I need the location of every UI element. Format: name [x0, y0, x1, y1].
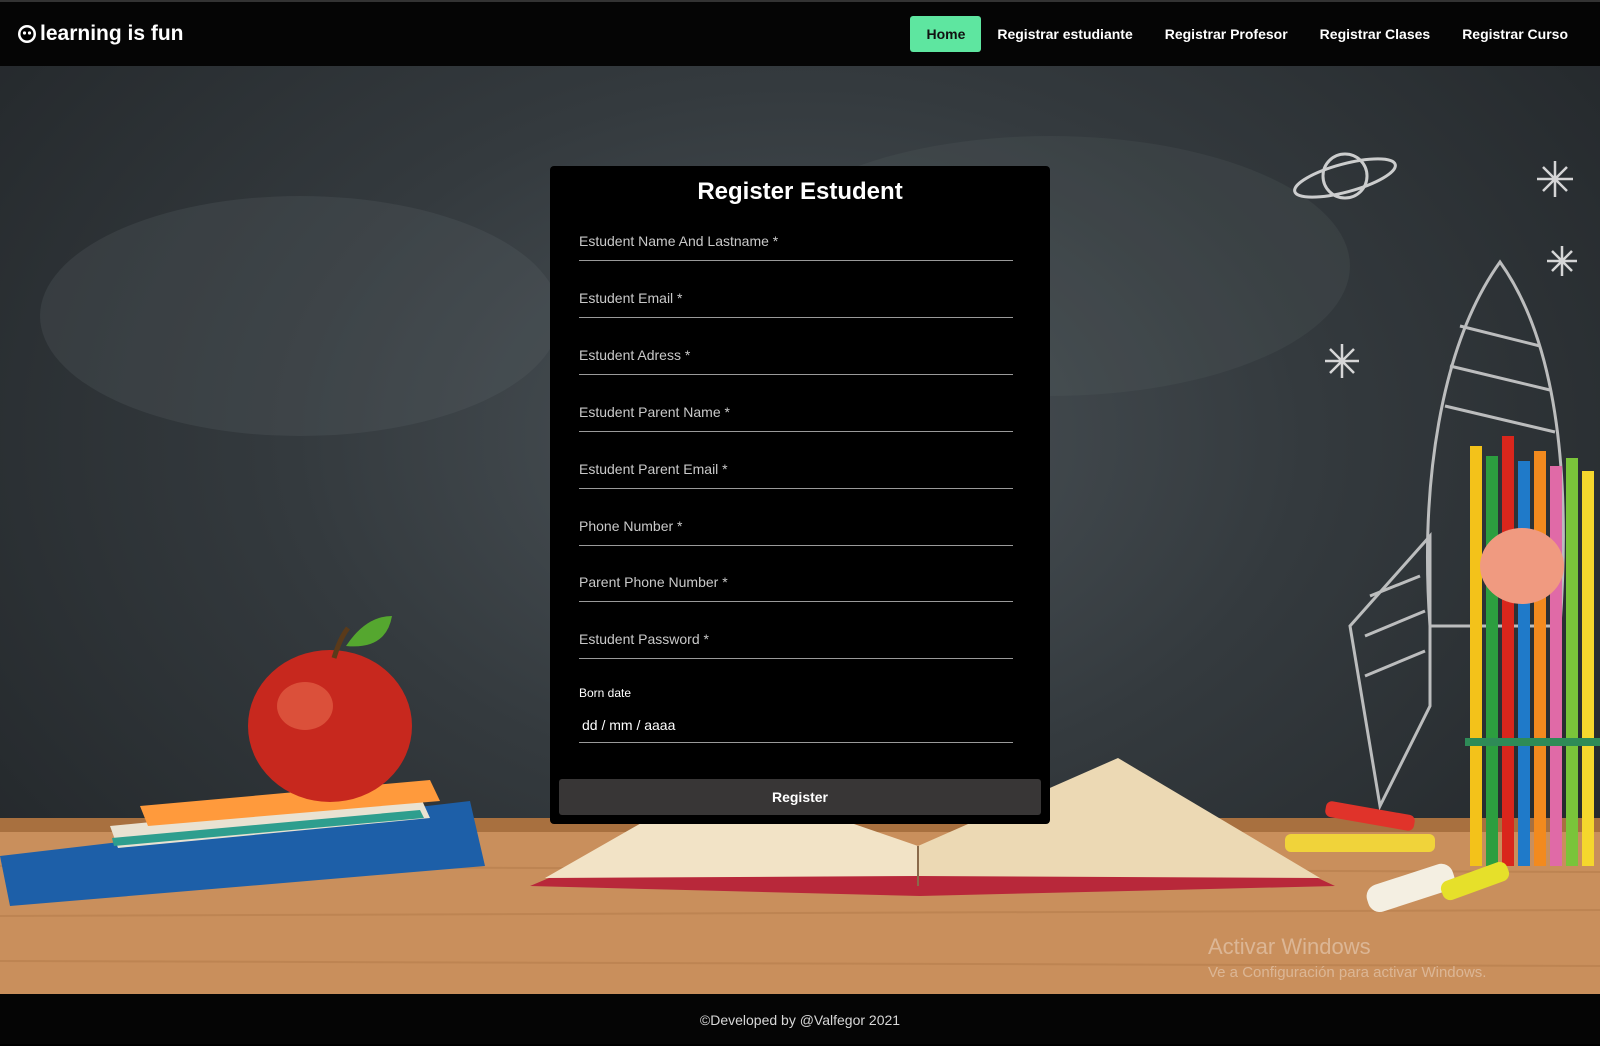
brand-logo[interactable]: learning is fun [16, 22, 184, 46]
phone-number-label: Phone Number * [579, 518, 683, 534]
register-form-card: Register Estudent Estudent Name And Last… [550, 166, 1050, 824]
register-button[interactable]: Register [559, 779, 1041, 815]
nav-registrar-clases[interactable]: Registrar Clases [1304, 16, 1447, 52]
parent-name-label: Estudent Parent Name * [579, 404, 730, 420]
nav-registrar-estudiante[interactable]: Registrar estudiante [981, 16, 1148, 52]
brand-name: learning is fun [40, 22, 184, 45]
smiley-face-icon [18, 25, 36, 43]
windows-activation-watermark: Activar Windows Ve a Configuración para … [1208, 934, 1486, 981]
born-date-input[interactable]: dd / mm / aaaa [579, 706, 1013, 743]
email-field[interactable]: Estudent Email * [579, 284, 1013, 318]
name-lastname-field[interactable]: Estudent Name And Lastname * [579, 227, 1013, 261]
born-date-placeholder: dd / mm / aaaa [582, 717, 676, 733]
email-label: Estudent Email * [579, 290, 683, 306]
nav-home[interactable]: Home [910, 16, 982, 52]
address-field[interactable]: Estudent Adress * [579, 341, 1013, 375]
nav-links: Home Registrar estudiante Registrar Prof… [910, 16, 1584, 52]
born-date-label: Born date [579, 686, 632, 700]
nav-registrar-curso[interactable]: Registrar Curso [1446, 16, 1584, 52]
password-field[interactable]: Estudent Password * [579, 625, 1013, 659]
nav-registrar-profesor[interactable]: Registrar Profesor [1149, 16, 1304, 52]
watermark-line1: Activar Windows [1208, 934, 1371, 959]
parent-phone-number-label: Parent Phone Number * [579, 574, 728, 590]
navbar: learning is fun Home Registrar estudiant… [0, 0, 1600, 66]
parent-email-label: Estudent Parent Email * [579, 461, 728, 477]
phone-number-field[interactable]: Phone Number * [579, 512, 1013, 546]
address-label: Estudent Adress * [579, 347, 691, 363]
footer: ©Developed by @Valfegor 2021 [0, 994, 1600, 1044]
name-lastname-label: Estudent Name And Lastname * [579, 233, 779, 249]
parent-phone-number-field[interactable]: Parent Phone Number * [579, 568, 1013, 602]
parent-email-field[interactable]: Estudent Parent Email * [579, 455, 1013, 489]
password-label: Estudent Password * [579, 631, 709, 647]
footer-credit: ©Developed by @Valfegor 2021 [699, 1012, 901, 1028]
parent-name-field[interactable]: Estudent Parent Name * [579, 398, 1013, 432]
watermark-line2: Ve a Configuración para activar Windows. [1208, 964, 1487, 981]
form-title: Register Estudent [697, 178, 903, 205]
